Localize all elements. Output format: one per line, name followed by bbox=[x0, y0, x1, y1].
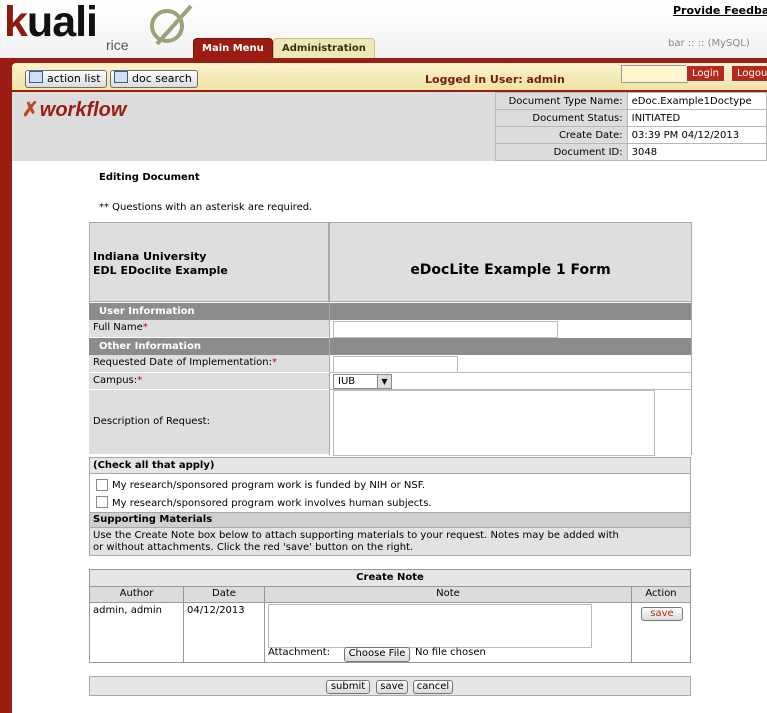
tab-administration[interactable]: Administration bbox=[273, 38, 375, 59]
column-divider bbox=[631, 587, 632, 662]
submit-button[interactable]: submit bbox=[326, 680, 370, 694]
doc-search-label: doc search bbox=[132, 72, 192, 85]
kuali-logo-text: uali bbox=[26, 0, 98, 46]
doc-info-row: Document Status: INITIATED bbox=[495, 109, 767, 127]
required-asterisk: * bbox=[137, 375, 143, 386]
doc-info-row: Create Date: 03:39 PM 04/12/2013 bbox=[495, 126, 767, 144]
box-edge bbox=[690, 474, 691, 512]
left-frame-strip bbox=[0, 92, 12, 713]
logout-button[interactable]: Logout bbox=[731, 65, 767, 82]
provide-feedback-link[interactable]: Provide Feedback bbox=[673, 4, 767, 17]
box-edge bbox=[89, 474, 90, 512]
save-button[interactable]: save bbox=[376, 680, 408, 694]
doc-info-value: INITIATED bbox=[626, 109, 767, 127]
workflow-logo-text: workflow bbox=[39, 99, 127, 121]
column-divider bbox=[264, 587, 265, 662]
required-asterisk: * bbox=[271, 357, 277, 368]
check-all-header: (Check all that apply) bbox=[89, 457, 691, 474]
doc-info-label: Document ID: bbox=[495, 143, 628, 161]
column-date: Date bbox=[212, 588, 236, 599]
doc-search-icon bbox=[114, 71, 128, 83]
org-name: Indiana University bbox=[93, 250, 207, 263]
note-save-button[interactable]: save bbox=[641, 607, 683, 621]
requested-date-input[interactable] bbox=[333, 356, 458, 373]
login-button[interactable]: Login bbox=[686, 65, 725, 82]
note-date: 04/12/2013 bbox=[187, 605, 245, 616]
column-author: Author bbox=[119, 588, 154, 599]
page-title: Editing Document bbox=[99, 172, 200, 183]
description-textarea[interactable] bbox=[333, 390, 655, 456]
form-title-cell: eDocLite Example 1 Form bbox=[329, 222, 692, 302]
column-divider bbox=[329, 222, 330, 455]
campus-label: Campus:* bbox=[89, 373, 329, 389]
rice-logo-subtext: rice bbox=[106, 37, 129, 53]
backdoor-login-input[interactable] bbox=[621, 65, 688, 83]
doc-info-row: Document ID: 3048 bbox=[495, 143, 767, 161]
doc-info-value: eDoc.Example1Doctype bbox=[626, 92, 767, 110]
supporting-materials-header: Supporting Materials bbox=[89, 512, 691, 528]
column-note: Note bbox=[436, 588, 460, 599]
campus-select[interactable]: IUB ▼ bbox=[333, 374, 392, 389]
kuali-logo: kuali bbox=[4, 0, 98, 46]
nih-nsf-checkbox[interactable] bbox=[96, 479, 108, 491]
full-name-label: Full Name* bbox=[89, 320, 329, 337]
cancel-button[interactable]: cancel bbox=[413, 680, 453, 694]
full-name-input[interactable] bbox=[333, 321, 558, 338]
full-name-text: Full Name bbox=[93, 322, 143, 333]
action-list-button[interactable]: action list bbox=[25, 70, 107, 88]
doc-info-value: 03:39 PM 04/12/2013 bbox=[626, 126, 767, 144]
workflow-logo: ✗workflow bbox=[22, 97, 126, 122]
choose-file-button[interactable]: Choose File bbox=[344, 647, 410, 662]
campus-text: Campus: bbox=[93, 375, 138, 386]
required-note: ** Questions with an asterisk are requir… bbox=[99, 202, 313, 213]
supporting-text-line: or without attachments. Click the red 's… bbox=[93, 542, 414, 553]
row-divider bbox=[329, 372, 692, 373]
supporting-text-line: Use the Create Note box below to attach … bbox=[93, 530, 619, 541]
file-status: No file chosen bbox=[415, 647, 486, 658]
org-cell: Indiana University EDL EDoclite Example bbox=[89, 222, 329, 302]
requested-date-text: Requested Date of Implementation: bbox=[93, 357, 272, 368]
nih-nsf-label: My research/sponsored program work is fu… bbox=[112, 480, 426, 491]
other-info-header: Other Information bbox=[89, 338, 692, 355]
note-author: admin, admin bbox=[93, 605, 163, 616]
action-list-label: action list bbox=[47, 72, 101, 85]
required-asterisk: * bbox=[142, 322, 148, 333]
doc-info-value: 3048 bbox=[626, 143, 767, 161]
description-label: Description of Request: bbox=[89, 390, 329, 454]
rice-leaf-icon bbox=[150, 4, 193, 46]
create-note-title: Create Note bbox=[90, 570, 690, 587]
human-subjects-label: My research/sponsored program work invol… bbox=[112, 498, 432, 509]
doc-search-button[interactable]: doc search bbox=[110, 70, 198, 88]
document-info-table: Document Type Name: eDoc.Example1Doctype … bbox=[495, 92, 767, 161]
supporting-materials-text: Use the Create Note box below to attach … bbox=[89, 528, 691, 556]
human-subjects-checkbox[interactable] bbox=[96, 496, 108, 508]
tab-main-menu[interactable]: Main Menu bbox=[193, 38, 273, 59]
doc-info-row: Document Type Name: eDoc.Example1Doctype bbox=[495, 92, 767, 110]
chevron-down-icon[interactable]: ▼ bbox=[377, 375, 391, 388]
doc-info-label: Document Status: bbox=[495, 109, 628, 127]
attachment-label: Attachment: bbox=[268, 647, 330, 658]
workflow-x-icon: ✗ bbox=[22, 99, 39, 121]
column-divider bbox=[183, 587, 184, 662]
action-list-icon bbox=[29, 71, 43, 83]
environment-label: bar :: :: (MySQL) bbox=[668, 38, 750, 49]
requested-date-label: Requested Date of Implementation:* bbox=[89, 355, 329, 372]
form-title: eDocLite Example 1 Form bbox=[410, 262, 611, 278]
column-action: Action bbox=[645, 588, 677, 599]
note-textarea[interactable] bbox=[268, 604, 592, 648]
campus-value: IUB bbox=[338, 376, 356, 387]
table-right-edge bbox=[691, 222, 692, 455]
page-header bbox=[0, 0, 767, 63]
doc-info-label: Create Date: bbox=[495, 126, 628, 144]
doc-info-label: Document Type Name: bbox=[495, 92, 628, 110]
org-subtitle: EDL EDoclite Example bbox=[93, 264, 228, 277]
logged-in-user: Logged in User: admin bbox=[425, 73, 565, 86]
user-info-header: User Information bbox=[89, 303, 692, 320]
